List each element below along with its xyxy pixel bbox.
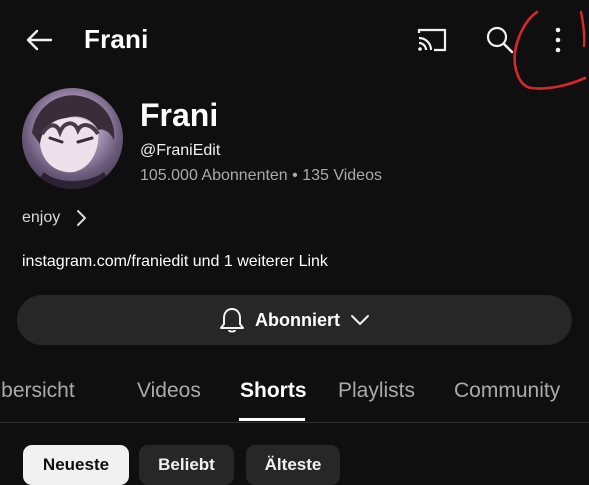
channel-links[interactable]: instagram.com/franiedit und 1 weiterer L… bbox=[22, 253, 328, 271]
filter-chip-oldest[interactable]: Älteste bbox=[246, 445, 340, 485]
chevron-right-icon bbox=[77, 210, 87, 226]
divider bbox=[0, 422, 589, 423]
channel-avatar[interactable] bbox=[22, 88, 123, 189]
arrow-back-icon bbox=[26, 29, 53, 51]
page-title: Frani bbox=[84, 24, 149, 54]
filter-chip-newest[interactable]: Neueste bbox=[23, 445, 129, 485]
active-tab-indicator bbox=[239, 418, 305, 421]
channel-description[interactable]: enjoy bbox=[22, 204, 88, 232]
channel-tabs: Übersicht Videos Shorts Playlists Commun… bbox=[0, 372, 589, 424]
subscribed-label: Abonniert bbox=[255, 309, 340, 330]
back-button[interactable] bbox=[18, 20, 60, 60]
channel-name: Frani bbox=[140, 97, 219, 133]
description-text: enjoy bbox=[22, 209, 61, 226]
tab-playlists[interactable]: Playlists bbox=[338, 379, 415, 403]
channel-stats: 105.000 Abonnenten • 135 Videos bbox=[140, 167, 382, 184]
bell-icon bbox=[220, 308, 244, 333]
filter-chip-popular[interactable]: Beliebt bbox=[139, 445, 234, 485]
subscribed-button[interactable]: Abonniert bbox=[17, 295, 572, 345]
tab-community[interactable]: Community bbox=[454, 379, 560, 403]
cast-icon bbox=[417, 28, 447, 52]
annotation-mark bbox=[513, 10, 587, 90]
tab-overview[interactable]: Übersicht bbox=[0, 379, 75, 403]
tab-shorts[interactable]: Shorts bbox=[240, 379, 307, 403]
avatar-image bbox=[32, 95, 115, 189]
cast-button[interactable] bbox=[410, 20, 454, 60]
tab-videos[interactable]: Videos bbox=[137, 379, 201, 403]
chevron-down-icon bbox=[351, 315, 369, 325]
channel-handle: @FraniEdit bbox=[140, 142, 221, 159]
